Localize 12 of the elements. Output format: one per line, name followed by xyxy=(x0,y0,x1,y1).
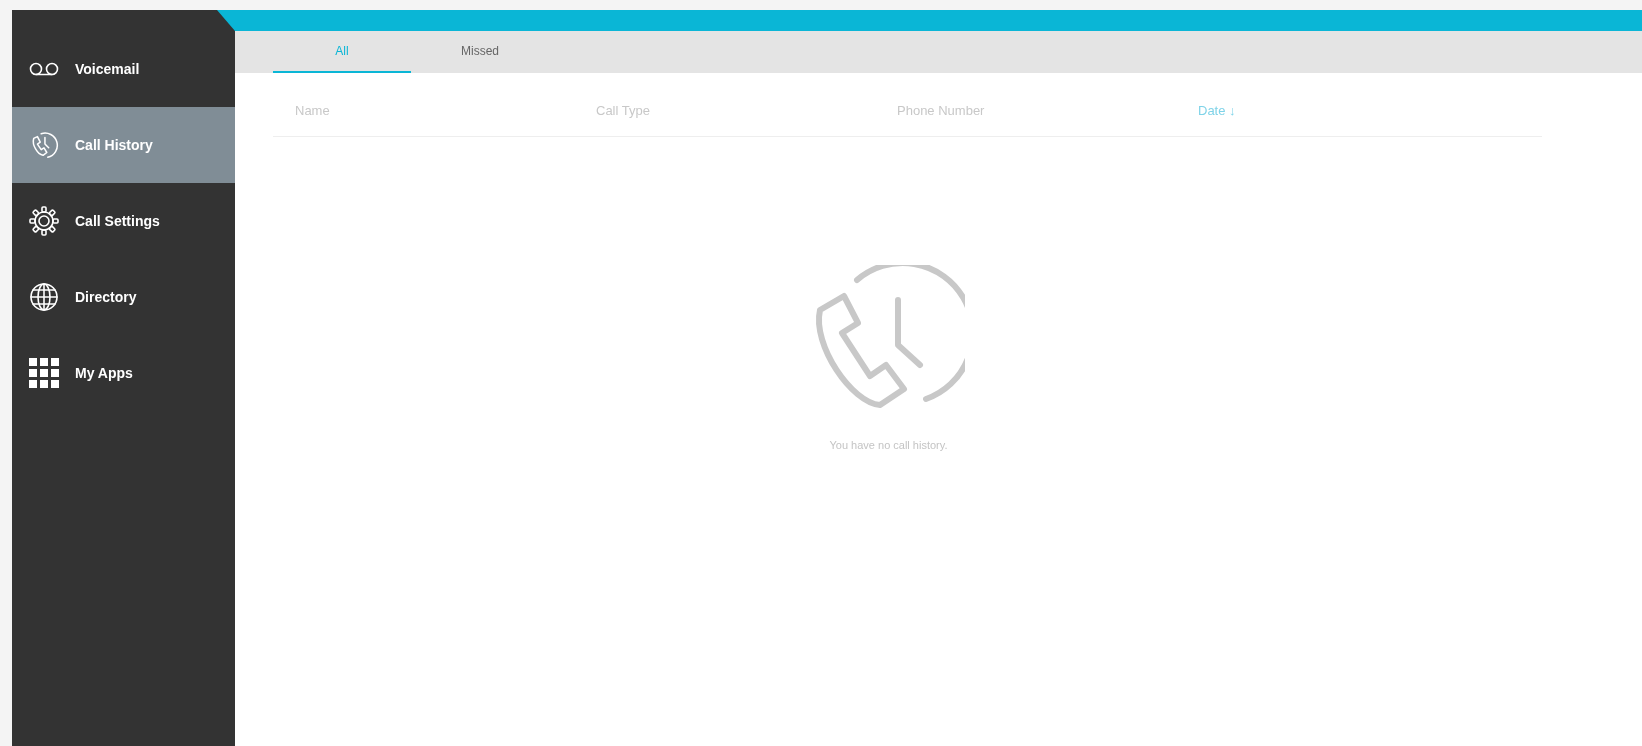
column-header[interactable]: Date ↓ xyxy=(1198,103,1236,118)
tab[interactable]: All xyxy=(273,31,411,73)
voicemail-icon xyxy=(29,62,59,76)
tab[interactable]: Missed xyxy=(411,31,549,73)
settings-icon xyxy=(29,206,59,236)
globe-icon xyxy=(29,282,59,312)
sidebar-item[interactable]: Call History xyxy=(12,107,235,183)
sidebar-item[interactable]: Directory xyxy=(12,259,235,335)
sidebar-item[interactable]: Voicemail xyxy=(12,31,235,107)
sidebar-item[interactable]: My Apps xyxy=(12,335,235,411)
sidebar-item[interactable]: Call Settings xyxy=(12,183,235,259)
grid-icon xyxy=(29,358,59,388)
